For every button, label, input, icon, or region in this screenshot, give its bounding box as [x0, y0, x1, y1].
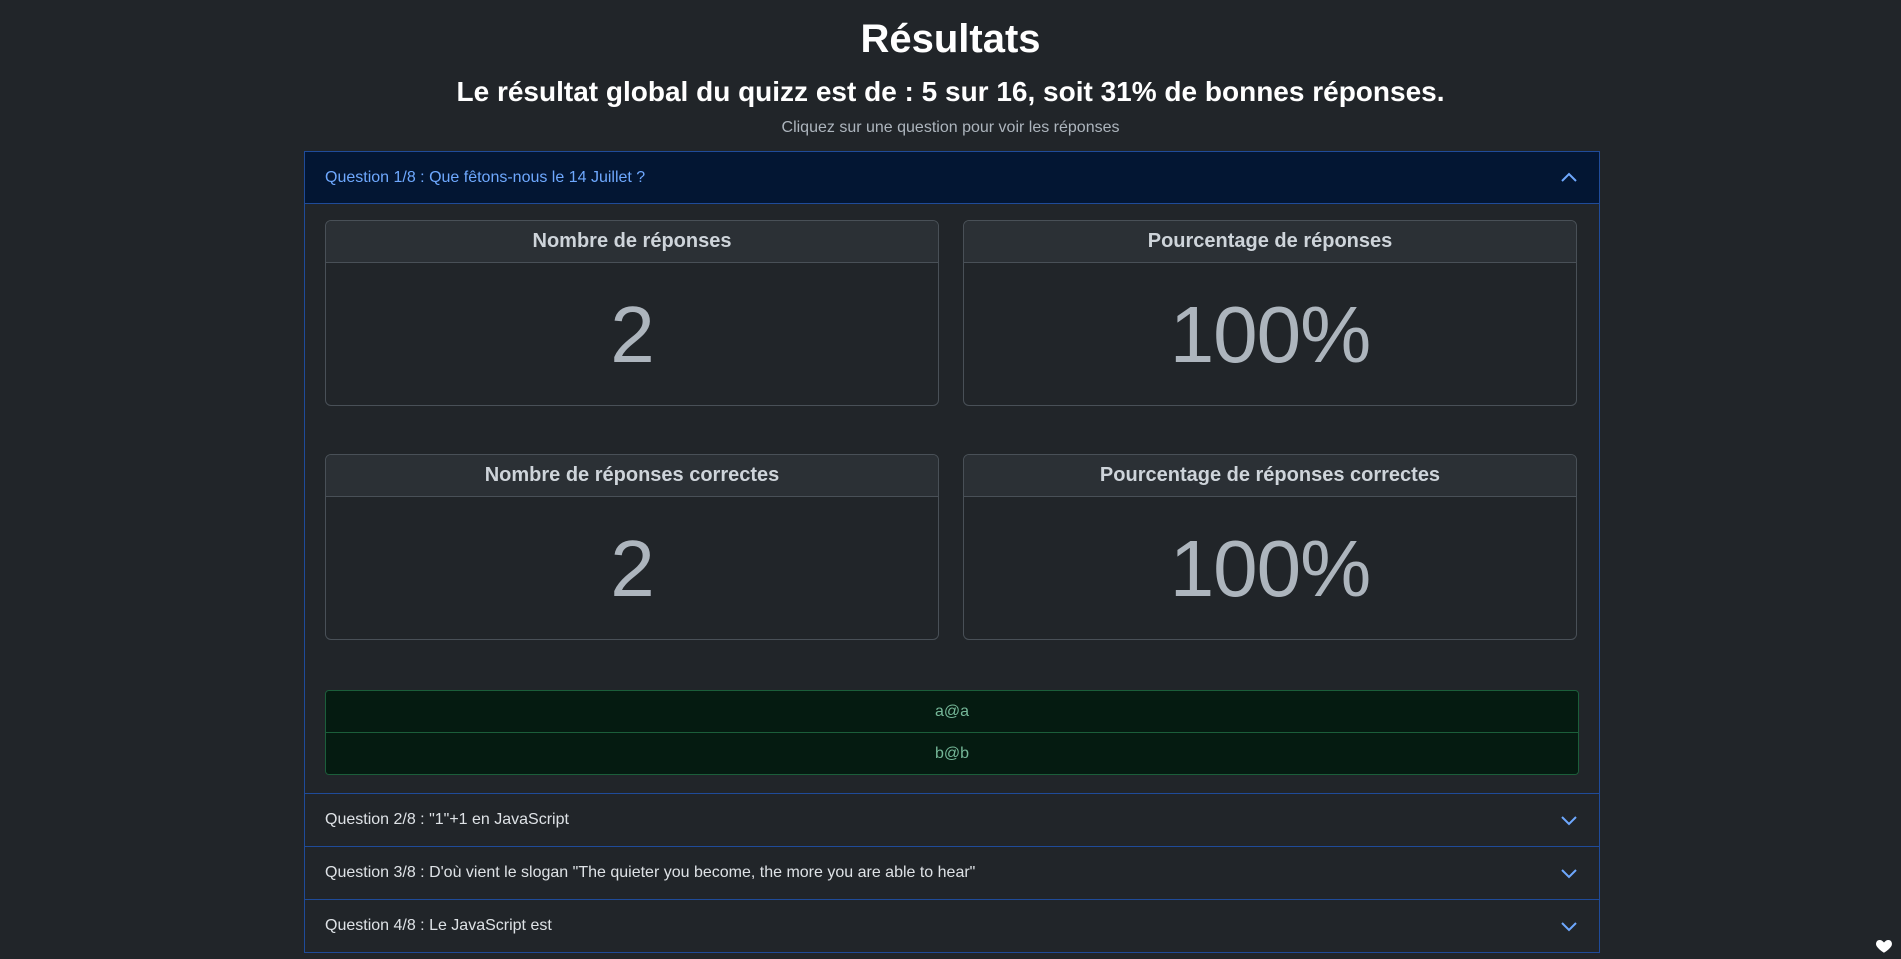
responses-percentage-card: Pourcentage de réponses 100%	[963, 220, 1577, 406]
question-1-label: Question 1/8 : Que fêtons-nous le 14 Jui…	[325, 168, 646, 186]
question-4-header[interactable]: Question 4/8 : Le JavaScript est	[305, 900, 1599, 952]
question-3-header[interactable]: Question 3/8 : D'où vient le slogan "The…	[305, 847, 1599, 899]
responses-count-title: Nombre de réponses	[326, 221, 938, 263]
respondent-item: b@b	[326, 733, 1578, 774]
respondent-list: a@a b@b	[325, 690, 1579, 775]
responses-percentage-title: Pourcentage de réponses	[964, 221, 1576, 263]
correct-percentage-title: Pourcentage de réponses correctes	[964, 455, 1576, 497]
results-header: Résultats Le résultat global du quizz es…	[0, 0, 1901, 138]
question-3-label: Question 3/8 : D'où vient le slogan "The…	[325, 864, 976, 881]
chevron-down-icon	[1559, 863, 1579, 883]
correct-percentage-value: 100%	[1169, 523, 1372, 613]
responses-percentage-value: 100%	[1169, 289, 1372, 379]
question-2-header[interactable]: Question 2/8 : "1"+1 en JavaScript	[305, 794, 1599, 846]
correct-count-card: Nombre de réponses correctes 2	[325, 454, 939, 640]
accordion-item-question-3: Question 3/8 : D'où vient le slogan "The…	[305, 847, 1599, 900]
results-page: Résultats Le résultat global du quizz es…	[0, 0, 1901, 959]
correct-count-title: Nombre de réponses correctes	[326, 455, 938, 497]
chevron-down-icon	[1559, 916, 1579, 936]
question-1-body: Nombre de réponses 2 Pourcentage de répo…	[305, 204, 1599, 793]
heart-icon[interactable]	[1875, 937, 1893, 955]
correct-count-value: 2	[610, 523, 655, 613]
page-title: Résultats	[860, 17, 1041, 61]
chevron-down-icon	[1559, 810, 1579, 830]
global-result-summary: Le résultat global du quizz est de : 5 s…	[456, 76, 1445, 107]
question-4-label: Question 4/8 : Le JavaScript est	[325, 917, 552, 934]
correct-percentage-card: Pourcentage de réponses correctes 100%	[963, 454, 1577, 640]
question-2-label: Question 2/8 : "1"+1 en JavaScript	[325, 811, 569, 828]
stats-grid: Nombre de réponses 2 Pourcentage de répo…	[325, 220, 1579, 640]
accordion-item-question-2: Question 2/8 : "1"+1 en JavaScript	[305, 794, 1599, 847]
accordion-item-question-1: Question 1/8 : Que fêtons-nous le 14 Jui…	[305, 152, 1599, 794]
responses-count-card: Nombre de réponses 2	[325, 220, 939, 406]
accordion-item-question-4: Question 4/8 : Le JavaScript est	[305, 900, 1599, 953]
questions-accordion: Question 1/8 : Que fêtons-nous le 14 Jui…	[304, 151, 1600, 953]
question-1-header[interactable]: Question 1/8 : Que fêtons-nous le 14 Jui…	[305, 152, 1599, 204]
responses-count-value: 2	[610, 289, 655, 379]
chevron-up-icon	[1559, 168, 1579, 188]
instruction-text: Cliquez sur une question pour voir les r…	[781, 119, 1120, 136]
respondent-item: a@a	[326, 691, 1578, 733]
